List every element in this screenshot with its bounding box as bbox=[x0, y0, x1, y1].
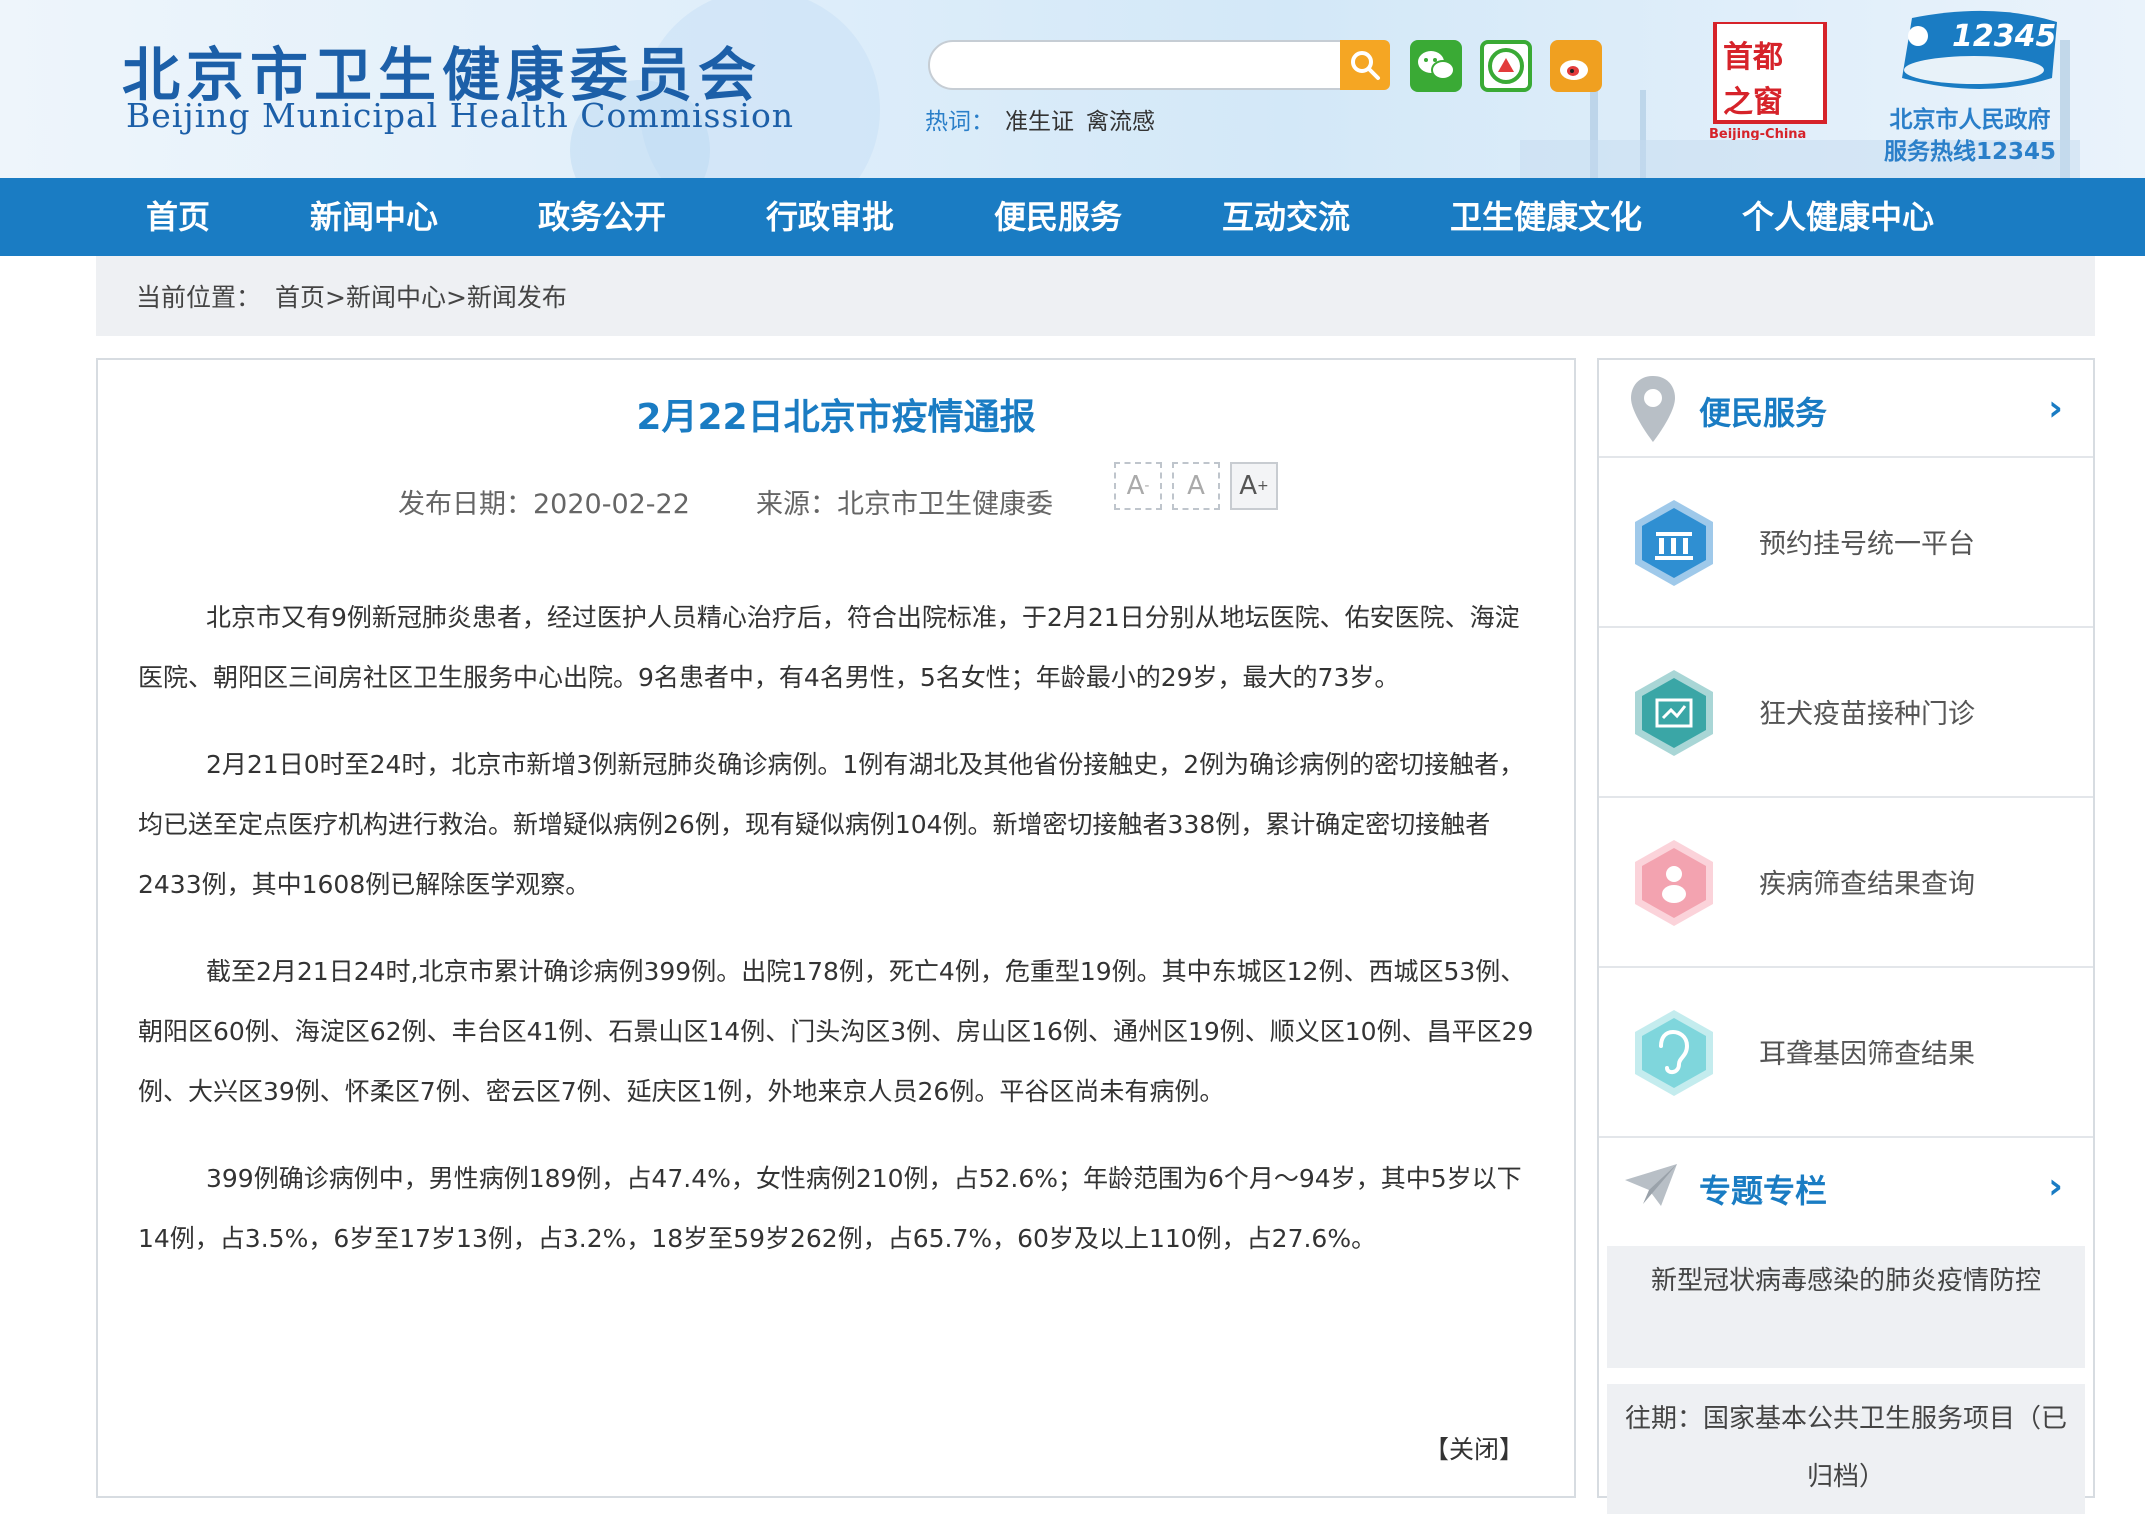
shoudu-en: Beijing-China bbox=[1709, 127, 1806, 140]
nav-item-approval[interactable]: 行政审批 bbox=[766, 178, 894, 256]
hot-word-link[interactable]: 准生证 bbox=[1005, 102, 1074, 136]
app-button[interactable] bbox=[1480, 40, 1532, 92]
hotline-number: 12345 bbox=[1952, 19, 2056, 54]
main-nav: 首页 新闻中心 政务公开 行政审批 便民服务 互动交流 卫生健康文化 个人健康中… bbox=[0, 178, 2145, 256]
search-button[interactable] bbox=[1340, 40, 1390, 90]
hot-words-label: 热词： bbox=[925, 109, 994, 135]
hotline-12345-logo[interactable]: 12345 bbox=[1882, 8, 2062, 106]
service-item-label: 狂犬疫苗接种门诊 bbox=[1759, 699, 1975, 730]
service-item-label: 疾病筛查结果查询 bbox=[1759, 869, 1975, 900]
breadcrumb: 当前位置： 首页>新闻中心>新闻发布 bbox=[96, 256, 2095, 336]
sidebar: 便民服务 › 预约挂号统一平台 狂犬疫苗接种门诊 疾病筛查结果查询 耳聋基因筛查… bbox=[1597, 358, 2095, 1514]
wechat-icon bbox=[1418, 51, 1455, 80]
nav-item-services[interactable]: 便民服务 bbox=[994, 178, 1122, 256]
ear-icon bbox=[1635, 1010, 1713, 1096]
service-item[interactable]: 疾病筛查结果查询 bbox=[1599, 798, 2093, 968]
topic-link[interactable]: 往期：国家基本公共卫生服务项目（已归档） bbox=[1607, 1384, 2085, 1514]
shoudu-window-logo[interactable]: 首都 之窗 Beijing-China bbox=[1705, 20, 1847, 142]
article-title: 2月22日北京市疫情通报 bbox=[636, 397, 1036, 438]
nav-item-personal-health[interactable]: 个人健康中心 bbox=[1742, 178, 1934, 256]
shoudu-text-1: 首都 bbox=[1723, 40, 1783, 75]
weibo-button[interactable] bbox=[1550, 40, 1602, 92]
baby-screening-icon bbox=[1635, 840, 1713, 926]
font-decrease-label: A bbox=[1126, 471, 1145, 501]
search-icon bbox=[1351, 51, 1380, 80]
article-panel: 2月22日北京市疫情通报 发布日期：2020-02-22 来源：北京市卫生健康委… bbox=[96, 358, 1576, 1498]
health-app-icon bbox=[1488, 48, 1524, 84]
site-logo-en[interactable]: Beijing Municipal Health Commission bbox=[126, 96, 794, 135]
hotline-caption-line-2: 服务热线12345 bbox=[1883, 139, 2057, 165]
topic-header-title: 专题专栏 bbox=[1699, 1172, 1828, 1210]
font-decrease-button[interactable]: A- bbox=[1114, 462, 1162, 510]
hospital-building-icon bbox=[1635, 500, 1713, 586]
hot-word-link[interactable]: 禽流感 bbox=[1086, 102, 1155, 136]
font-increase-button[interactable]: A + bbox=[1230, 462, 1278, 510]
article-source: 来源：北京市卫生健康委 bbox=[756, 489, 1053, 520]
shoudu-text-2: 之窗 bbox=[1723, 85, 1783, 120]
chevron-right-icon: › bbox=[2048, 1166, 2063, 1207]
breadcrumb-label: 当前位置： bbox=[136, 283, 262, 312]
nav-item-interaction[interactable]: 互动交流 bbox=[1222, 178, 1350, 256]
hotline-caption: 北京市人民政府 服务热线12345 bbox=[1880, 104, 2060, 168]
font-increase-label: A bbox=[1239, 471, 1258, 501]
font-normal-button[interactable]: A bbox=[1172, 462, 1220, 510]
service-header[interactable]: 便民服务 › bbox=[1599, 360, 2093, 458]
weibo-icon bbox=[1560, 60, 1588, 80]
topic-header[interactable]: 专题专栏 › bbox=[1599, 1138, 2093, 1236]
paper-plane-icon bbox=[1625, 1164, 1677, 1206]
nav-item-gov-affairs[interactable]: 政务公开 bbox=[538, 178, 666, 256]
nav-item-culture[interactable]: 卫生健康文化 bbox=[1450, 178, 1642, 256]
vaccine-board-icon bbox=[1635, 670, 1713, 756]
hotline-caption-line-1: 北京市人民政府 bbox=[1889, 107, 2051, 133]
chevron-right-icon: › bbox=[2048, 388, 2063, 429]
font-normal-label: A bbox=[1187, 471, 1205, 501]
close-link[interactable]: 【关闭】 bbox=[1424, 1430, 1524, 1466]
service-item[interactable]: 耳聋基因筛查结果 bbox=[1599, 968, 2093, 1138]
article-paragraph: 2月21日0时至24时，北京市新增3例新冠肺炎确诊病例。1例有湖北及其他省份接触… bbox=[138, 750, 1525, 899]
service-item[interactable]: 狂犬疫苗接种门诊 bbox=[1599, 628, 2093, 798]
topic-link[interactable]: 新型冠状病毒感染的肺炎疫情防控 bbox=[1607, 1246, 2085, 1368]
article-paragraph: 截至2月21日24时,北京市累计确诊病例399例。出院178例，死亡4例，危重型… bbox=[138, 957, 1534, 1106]
wechat-button[interactable] bbox=[1410, 40, 1462, 92]
article-paragraph: 399例确诊病例中，男性病例189例，占47.4%，女性病例210例，占52.6… bbox=[138, 1164, 1522, 1253]
service-item-label: 预约挂号统一平台 bbox=[1759, 529, 1975, 560]
article-paragraph: 北京市又有9例新冠肺炎患者，经过医护人员精心治疗后，符合出院标准，于2月21日分… bbox=[138, 603, 1520, 692]
site-header: 北京市卫生健康委员会 Beijing Municipal Health Comm… bbox=[0, 0, 2145, 178]
nav-item-news[interactable]: 新闻中心 bbox=[310, 178, 438, 256]
service-item[interactable]: 预约挂号统一平台 bbox=[1599, 458, 2093, 628]
location-pin-icon bbox=[1631, 376, 1675, 442]
service-item-label: 耳聋基因筛查结果 bbox=[1759, 1039, 1975, 1070]
service-header-title: 便民服务 bbox=[1699, 394, 1828, 432]
breadcrumb-path[interactable]: 首页>新闻中心>新闻发布 bbox=[275, 278, 567, 314]
search-input[interactable] bbox=[928, 40, 1343, 90]
publish-date: 发布日期：2020-02-22 bbox=[398, 489, 690, 520]
nav-item-home[interactable]: 首页 bbox=[146, 178, 210, 256]
